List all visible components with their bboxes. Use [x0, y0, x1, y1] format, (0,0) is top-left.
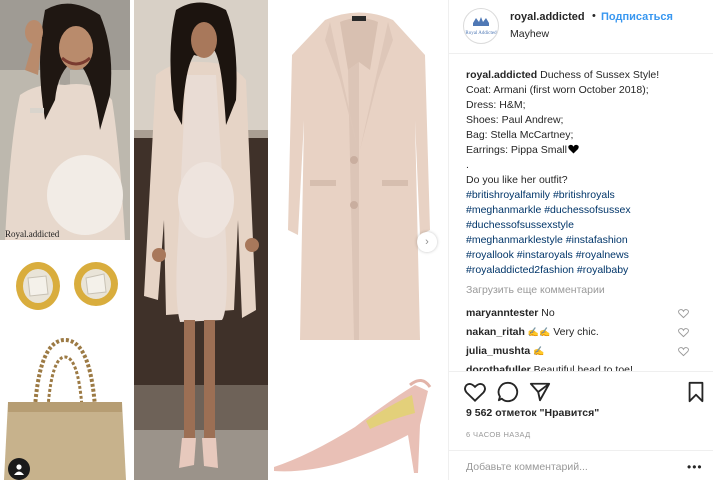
like-comment-icon[interactable]: [678, 308, 689, 319]
comment-username[interactable]: maryanntester: [466, 307, 538, 319]
action-bar: [449, 371, 713, 411]
black-heart-icon: [568, 144, 579, 154]
location-link[interactable]: Mayhew: [510, 28, 549, 40]
avatar[interactable]: Royal Addicted: [463, 8, 499, 44]
photo-meghan-waving: [0, 0, 130, 240]
caption-line: Coat: Armani (first worn October 2018);: [466, 84, 649, 96]
share-icon[interactable]: [529, 381, 551, 403]
more-options-icon[interactable]: •••: [687, 460, 703, 474]
comment-text: Very chic.: [553, 326, 599, 338]
comment-row: nakan_ritah ✍✍ Very chic.: [466, 326, 599, 338]
chevron-right-icon: ›: [425, 235, 429, 248]
comment-text: No: [541, 307, 555, 319]
comment-row: julia_mushta ✍: [466, 345, 544, 357]
photo-meghan-full-length: [134, 0, 268, 480]
watermark-text: Royal.addicted: [5, 229, 60, 239]
caption-line: Duchess of Sussex Style!: [540, 69, 660, 81]
person-tag-icon[interactable]: [8, 458, 30, 480]
hashtag-line[interactable]: #britishroyalfamily #britishroyals: [466, 188, 706, 203]
comment-row: maryanntester No: [466, 307, 555, 319]
caption-line: Earrings: Pippa Small: [466, 144, 567, 156]
comment-icon[interactable]: [497, 381, 519, 403]
hashtag-line[interactable]: #meghanmarklestyle #instafashion: [466, 233, 706, 248]
load-more-comments-button[interactable]: Загрузить еще комментарии: [466, 284, 605, 296]
hashtag-line[interactable]: #royallook #instaroyals #royalnews: [466, 248, 706, 263]
like-comment-icon[interactable]: [678, 346, 689, 357]
hashtag-line[interactable]: #royaladdicted2fashion #royalbaby: [466, 263, 706, 278]
heart-icon[interactable]: [464, 381, 486, 403]
bookmark-icon[interactable]: [685, 381, 707, 403]
caption: royal.addicted Duchess of Sussex Style! …: [466, 68, 706, 278]
photo-coat: [270, 0, 448, 350]
post-timestamp[interactable]: 6 ЧАСОВ НАЗАД: [466, 430, 531, 439]
add-comment-input[interactable]: Добавьте комментарий...: [466, 461, 588, 473]
username-link[interactable]: royal.addicted: [510, 11, 585, 23]
photo-shoe: [270, 355, 448, 480]
caption-line: Dress: H&M;: [466, 99, 526, 111]
photo-earrings: [0, 248, 130, 328]
carousel-next-button[interactable]: ›: [417, 232, 437, 252]
caption-username[interactable]: royal.addicted: [466, 69, 537, 81]
comment-username[interactable]: nakan_ritah: [466, 326, 525, 338]
caption-line: .: [466, 159, 469, 171]
post-image-collage[interactable]: Royal.addicted ›: [0, 0, 448, 480]
avatar-text: Royal Addicted: [465, 31, 497, 36]
post-header: Royal Addicted royal.addicted • Подписат…: [449, 0, 713, 54]
likes-count[interactable]: 9 562 отметок "Нравится": [466, 407, 599, 419]
caption-line: Bag: Stella McCartney;: [466, 129, 574, 141]
separator-dot: •: [592, 10, 596, 22]
add-comment-bar: Добавьте комментарий... •••: [449, 450, 713, 480]
comment-username[interactable]: julia_mushta: [466, 345, 530, 357]
clap-icon: ✍: [533, 346, 545, 356]
hashtag-line[interactable]: #duchessofsussexstyle: [466, 218, 706, 233]
like-comment-icon[interactable]: [678, 327, 689, 338]
clap-icon: ✍✍: [527, 327, 551, 337]
caption-line: Shoes: Paul Andrew;: [466, 114, 564, 126]
follow-button[interactable]: Подписаться: [601, 11, 673, 23]
post-sidebar: Royal Addicted royal.addicted • Подписат…: [448, 0, 713, 480]
hashtag-line[interactable]: #meghanmarkle #duchessofsussex: [466, 203, 706, 218]
caption-line: Do you like her outfit?: [466, 174, 568, 186]
